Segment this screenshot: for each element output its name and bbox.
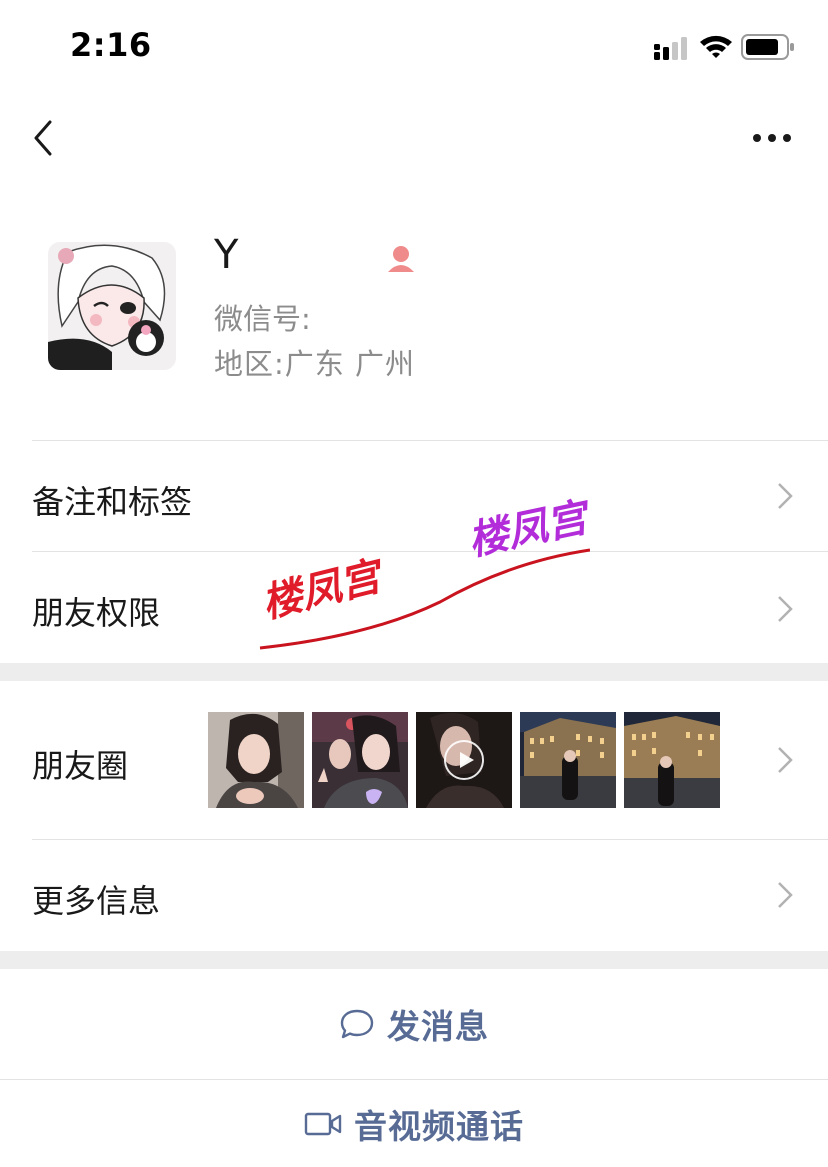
battery-icon [741, 34, 794, 60]
moments-thumbnail[interactable] [312, 712, 408, 808]
region: 地区:广东 广州 [214, 341, 415, 383]
section-separator [0, 663, 828, 681]
send-message-label: 发消息 [387, 1007, 489, 1046]
av-call-button[interactable]: 音视频通话 [0, 1080, 828, 1167]
region-label: 地区: [214, 347, 285, 381]
chat-bubble-icon [340, 1009, 374, 1039]
play-icon [444, 740, 484, 780]
status-time: 2:16 [70, 26, 152, 64]
row-friend-permissions-label: 朋友权限 [32, 594, 161, 632]
moments-thumbnail[interactable] [208, 712, 304, 808]
moments-video-thumbnail[interactable] [416, 712, 512, 808]
row-more-info-label: 更多信息 [32, 882, 161, 920]
section-separator [0, 951, 828, 969]
more-options-icon[interactable] [752, 128, 792, 148]
profile-name: Y [214, 232, 239, 278]
chevron-right-icon [778, 747, 793, 773]
moments-thumbnail[interactable] [520, 712, 616, 808]
moments-thumbnail[interactable] [624, 712, 720, 808]
row-remark-tags-label: 备注和标签 [32, 483, 193, 521]
wifi-icon [700, 35, 732, 58]
av-call-label: 音视频通话 [354, 1106, 524, 1146]
chevron-right-icon [778, 483, 793, 509]
back-icon[interactable] [28, 116, 60, 160]
send-message-button[interactable]: 发消息 [0, 969, 828, 1079]
video-camera-icon [304, 1112, 342, 1135]
row-moments-label: 朋友圈 [32, 747, 129, 785]
row-remark-tags[interactable]: 备注和标签 [0, 441, 828, 551]
chevron-right-icon [778, 596, 793, 622]
region-value: 广东 广州 [284, 347, 415, 381]
wechat-id: 微信号: [214, 296, 311, 338]
female-gender-icon [388, 246, 414, 272]
wechat-id-label: 微信号: [214, 302, 311, 336]
chevron-right-icon [778, 882, 793, 908]
row-more-info[interactable]: 更多信息 [0, 840, 828, 950]
avatar[interactable] [48, 242, 176, 370]
cellular-signal-icon [654, 37, 687, 60]
